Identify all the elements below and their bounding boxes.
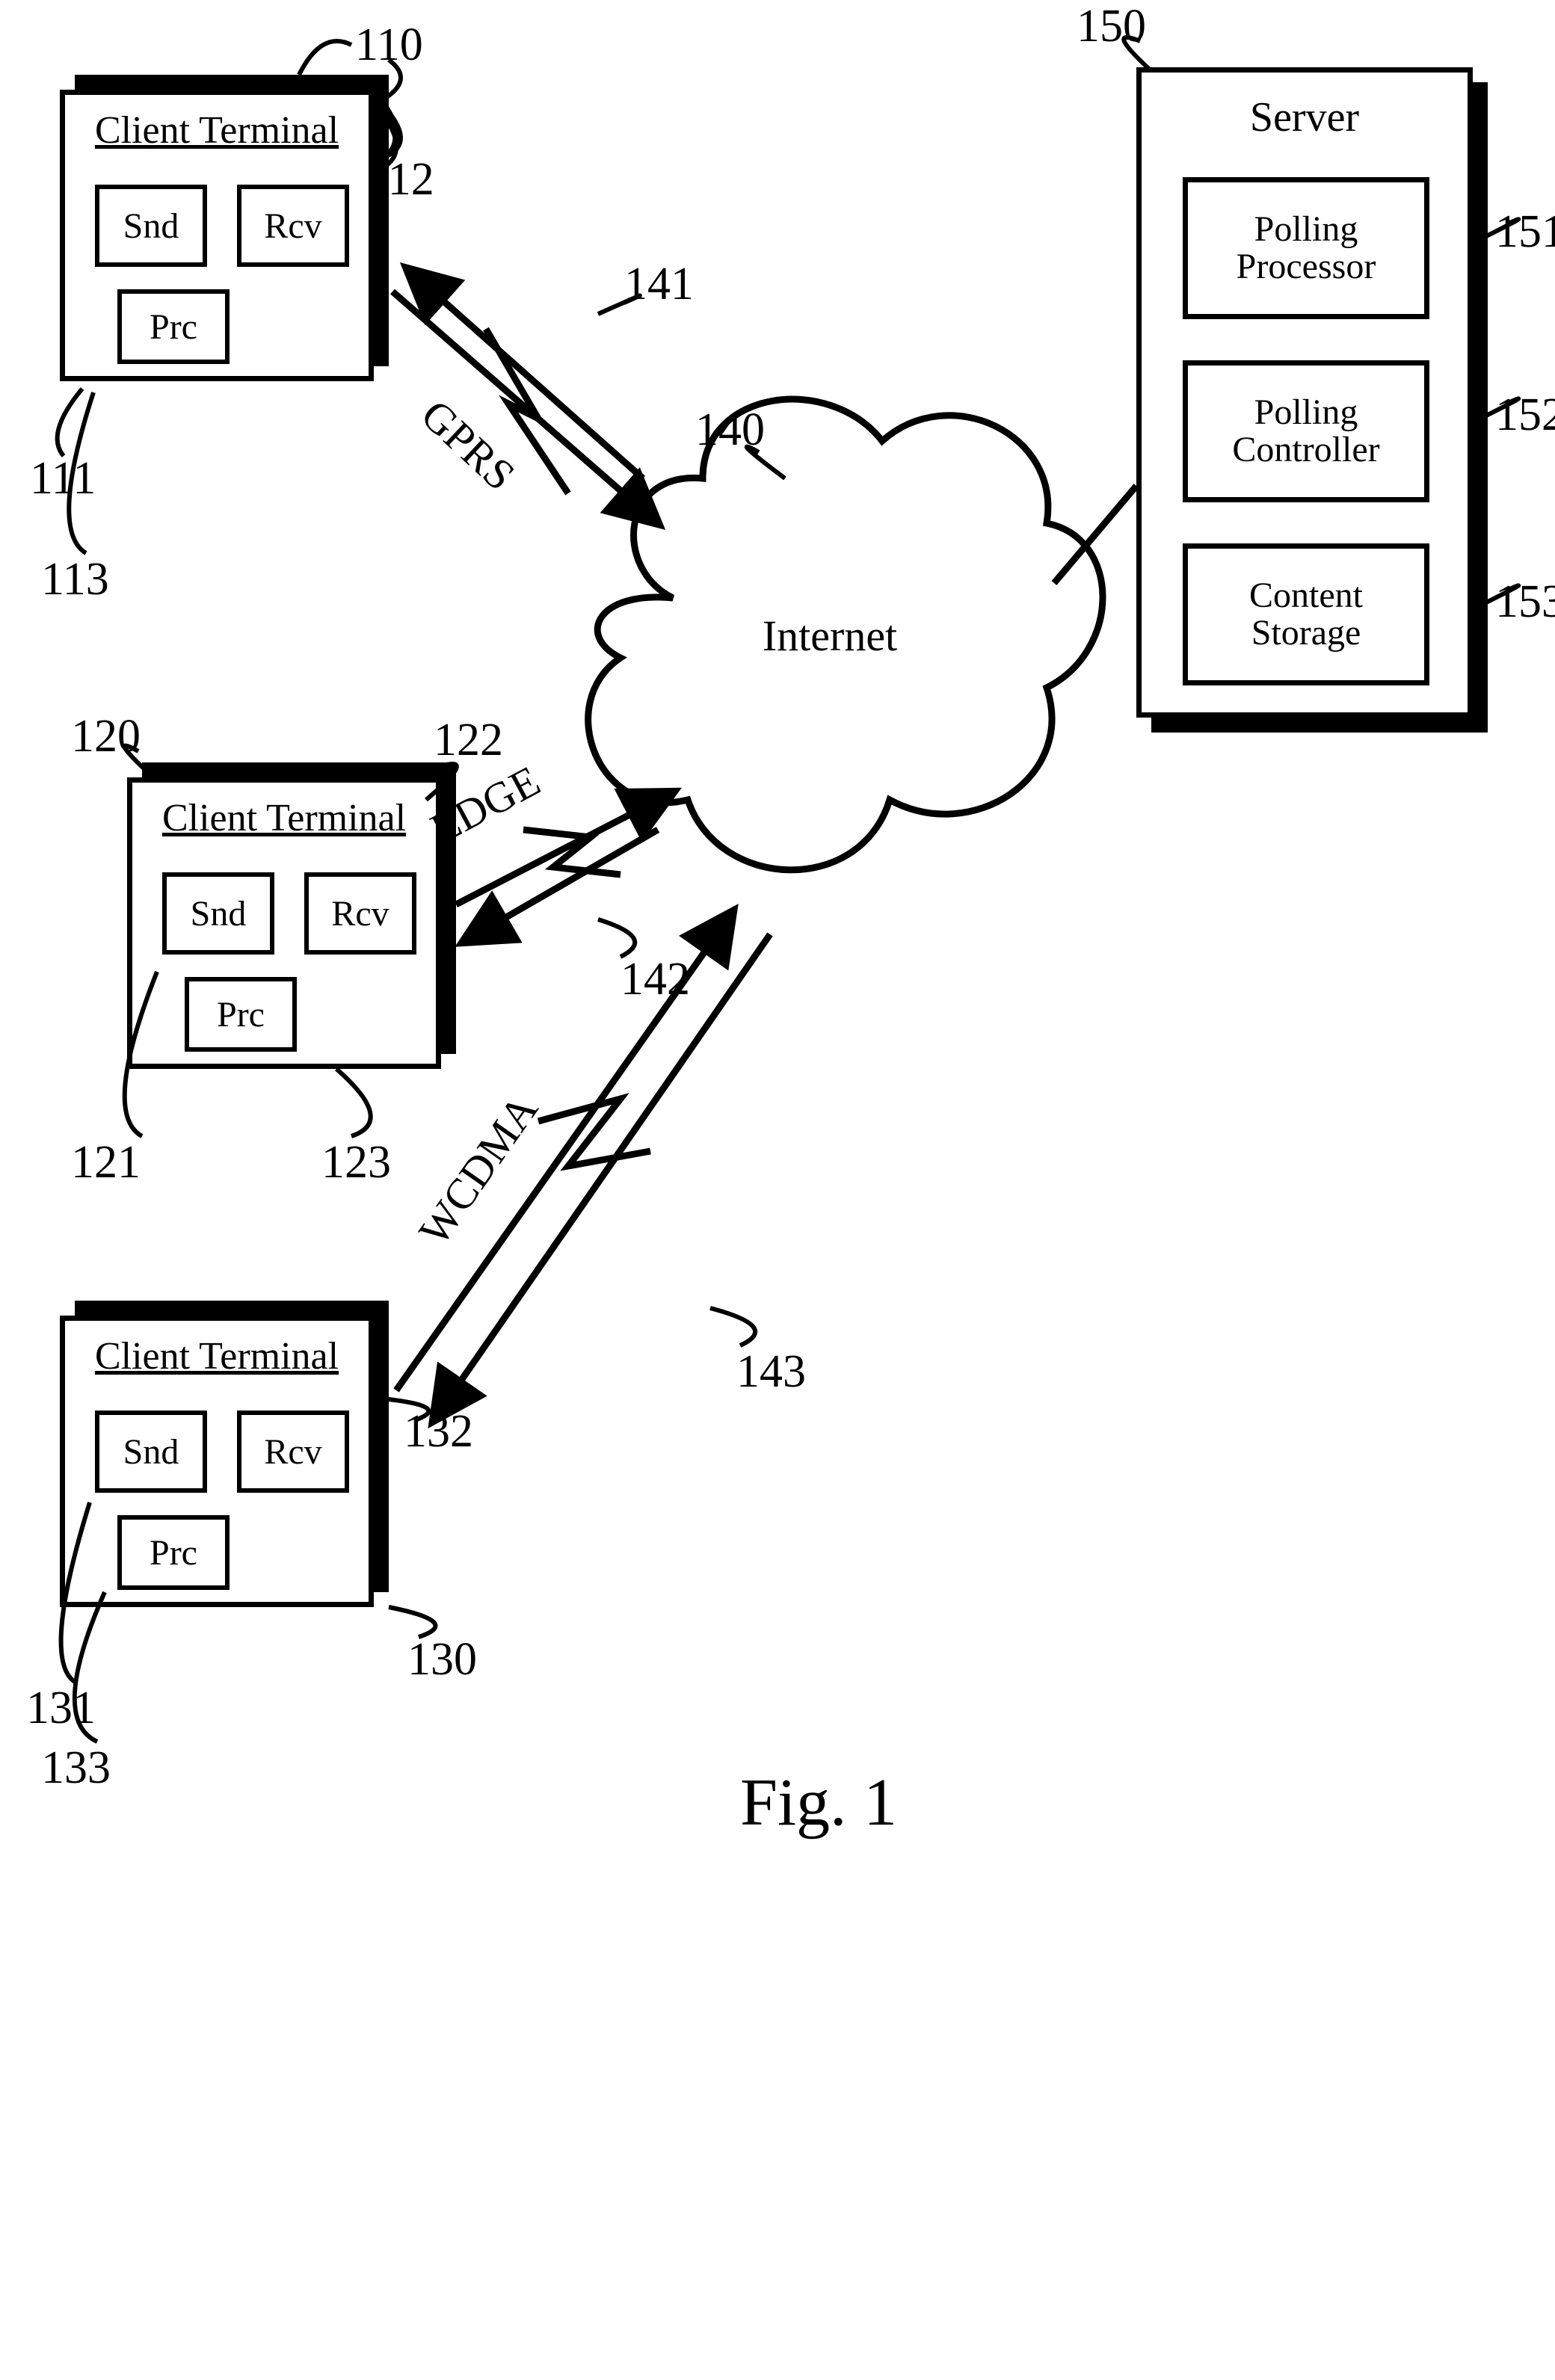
ref-141: 141 [624,259,694,309]
ref-123: 123 [321,1137,391,1188]
server-polling-controller: PollingController [1183,360,1429,502]
wcdma-arrow-in [434,934,770,1420]
ref-113: 113 [41,554,109,605]
ref-133: 133 [41,1742,111,1793]
client1-rcv: Rcv [237,185,349,267]
ref-132: 132 [404,1406,473,1457]
internet-cloud [588,399,1103,870]
ref-110: 110 [355,19,423,70]
server-box: Server PollingProcessor PollingControlle… [1136,67,1473,718]
wcdma-label: WCDMA [409,1086,547,1254]
client1-prc: Prc [117,289,230,364]
edge-label: EDGE [423,756,548,853]
ref-142: 142 [621,954,690,1005]
ref-111: 111 [30,453,96,504]
ref-143: 143 [736,1346,806,1397]
gprs-label: GPRS [412,390,524,499]
client2-prc: Prc [185,977,297,1052]
ref-152: 152 [1495,389,1555,440]
wcdma-lightning [538,1099,650,1166]
ref-151: 151 [1495,206,1555,257]
server-polling-processor: PollingProcessor [1183,177,1429,319]
ref-122: 122 [434,715,503,765]
ref-121: 121 [71,1137,141,1188]
edge-arrow-in [464,830,658,942]
client-terminal-3: Client Terminal Snd Rcv Prc [60,1316,374,1607]
ref-153: 153 [1495,576,1555,627]
client-terminal-1: Client Terminal Snd Rcv Prc [60,90,374,381]
ref-112: 112 [366,154,434,205]
ref-130: 130 [407,1634,477,1685]
ref-120: 120 [71,711,141,762]
internet-label: Internet [763,611,897,660]
server-title: Server [1142,93,1468,141]
figure-caption: Fig. 1 [740,1764,897,1841]
ref-150: 150 [1077,1,1146,52]
edge-lightning [523,830,621,875]
client2-snd: Snd [162,872,274,955]
ref-131: 131 [26,1683,96,1733]
gprs-lightning [486,329,568,493]
client3-rcv: Rcv [237,1411,349,1493]
client3-prc: Prc [117,1515,230,1590]
client-terminal-2: Client Terminal Snd Rcv Prc [127,777,441,1069]
gprs-arrow-out [392,292,658,523]
client1-title: Client Terminal [65,108,369,152]
client3-title: Client Terminal [65,1334,369,1378]
client2-rcv: Rcv [304,872,416,955]
wcdma-arrow-out [396,912,733,1390]
cloud-server-link [1054,486,1136,583]
client2-title: Client Terminal [132,796,436,840]
edge-arrow-out [456,792,673,904]
server-content-storage: ContentStorage [1183,543,1429,685]
client3-snd: Snd [95,1411,207,1493]
gprs-arrow-in [407,269,643,478]
ref-140: 140 [695,404,765,455]
client1-snd: Snd [95,185,207,267]
